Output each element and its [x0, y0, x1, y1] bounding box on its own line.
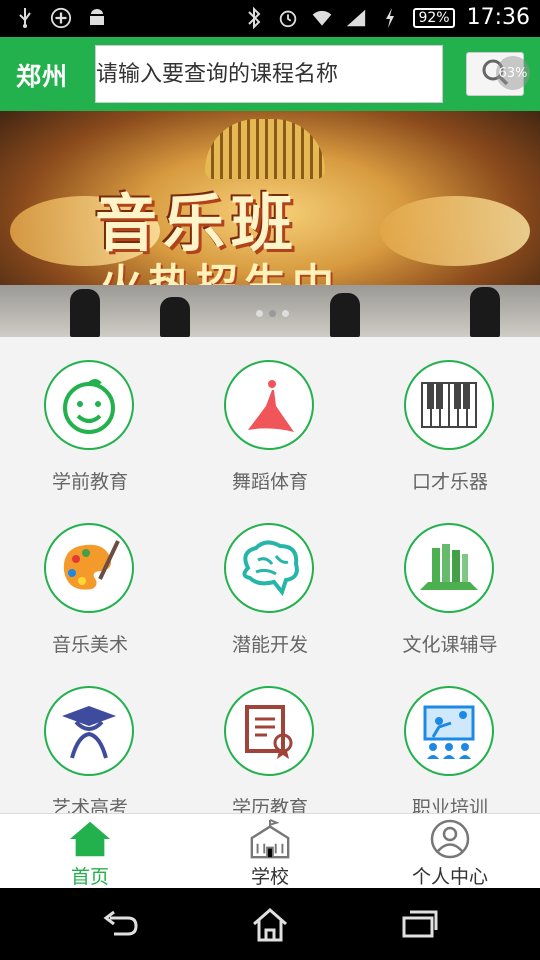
presentation-icon: [404, 686, 494, 776]
signal-icon: [345, 6, 367, 30]
piano-icon: [404, 360, 494, 450]
certificate-icon: [224, 686, 314, 776]
battery-indicator: 92%: [413, 7, 455, 28]
tab-label: 学校: [250, 866, 289, 888]
wifi-icon: [311, 6, 333, 30]
banner-title: 音乐班: [95, 187, 300, 260]
school-icon: [248, 818, 292, 859]
category-label: 音乐美术: [51, 634, 128, 656]
system-nav-bar: [0, 888, 540, 960]
dancer-icon: [224, 360, 314, 450]
microphone-graphic: [205, 119, 325, 179]
category-culture-tutoring[interactable]: 文化课辅导: [360, 500, 540, 663]
category-label: 艺术高考: [51, 797, 128, 813]
usb-icon: [14, 6, 36, 30]
category-degree-edu[interactable]: 学历教育: [180, 663, 360, 813]
alarm-icon: [277, 6, 299, 30]
recent-apps-icon[interactable]: [398, 904, 442, 944]
palette-icon: [44, 523, 134, 613]
back-icon[interactable]: [98, 904, 142, 944]
tab-profile[interactable]: 个人中心: [360, 814, 540, 889]
carousel-indicator: [256, 310, 289, 317]
category-speech-instruments[interactable]: 口才乐器: [360, 337, 540, 500]
bluetooth-icon: [243, 6, 265, 30]
baby-face-icon: [44, 360, 134, 450]
category-vocational[interactable]: 职业培训: [360, 663, 540, 813]
category-dance-sports[interactable]: 舞蹈体育: [180, 337, 360, 500]
add-circle-icon: [50, 6, 72, 30]
city-selector[interactable]: 郑州: [16, 57, 68, 93]
category-music-art[interactable]: 音乐美术: [0, 500, 180, 663]
category-label: 学历教育: [231, 797, 308, 813]
category-grid: 学前教育 舞蹈体育 口才乐器 音乐美术 潜能开发 文化课辅导 艺术高考 学历教育…: [0, 337, 540, 813]
category-potential-dev[interactable]: 潜能开发: [180, 500, 360, 663]
tab-label: 个人中心: [411, 866, 488, 888]
home-icon: [68, 819, 112, 859]
graduate-icon: [44, 686, 134, 776]
category-label: 口才乐器: [411, 471, 488, 493]
home-nav-icon[interactable]: [248, 904, 292, 944]
category-label: 文化课辅导: [402, 634, 498, 656]
wing-graphic-right: [380, 196, 530, 266]
category-label: 潜能开发: [231, 634, 308, 656]
carousel-dot[interactable]: [256, 310, 263, 317]
app-header: 郑州 63%: [0, 37, 540, 111]
category-label: 舞蹈体育: [231, 471, 308, 493]
charging-icon: [379, 6, 401, 30]
search-input[interactable]: [96, 46, 442, 102]
tab-label: 首页: [70, 866, 109, 888]
carousel-dot[interactable]: [282, 310, 289, 317]
books-icon: [404, 523, 494, 613]
dancer-silhouette: [330, 293, 360, 337]
category-preschool[interactable]: 学前教育: [0, 337, 180, 500]
brain-icon: [224, 523, 314, 613]
dancer-silhouette: [160, 297, 190, 337]
bottom-tab-bar: 首页 学校 个人中心: [0, 813, 540, 889]
carousel-dot-active[interactable]: [269, 310, 276, 317]
tab-home[interactable]: 首页: [0, 814, 180, 889]
category-label: 职业培训: [411, 797, 488, 813]
status-bar: 92% 17:36: [0, 0, 540, 37]
progress-overlay: 63%: [496, 56, 530, 90]
promo-banner[interactable]: 音乐班 火热招生中: [0, 111, 540, 337]
profile-icon: [428, 819, 472, 859]
search-box[interactable]: [95, 45, 443, 103]
clock: 17:36: [466, 5, 530, 30]
android-icon: [86, 6, 108, 30]
dancer-silhouette: [70, 289, 100, 337]
dancer-silhouette: [470, 287, 500, 337]
category-art-exam[interactable]: 艺术高考: [0, 663, 180, 813]
category-label: 学前教育: [51, 471, 128, 493]
tab-school[interactable]: 学校: [180, 814, 360, 889]
